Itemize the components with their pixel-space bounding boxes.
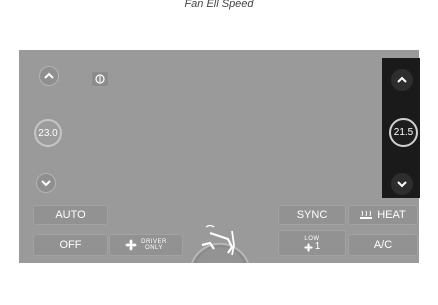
chevron-up-icon [397,76,407,83]
steering-heat-button[interactable] [91,70,109,88]
left-temp-down-button[interactable] [36,173,56,193]
right-temp-down-button[interactable] [391,173,413,195]
right-temp-up-button[interactable] [391,69,413,91]
left-temp-up-button[interactable] [39,66,59,86]
off-button[interactable]: OFF [33,234,108,256]
driver-only-button[interactable]: DRIVER ONLY [109,234,183,256]
sync-button[interactable]: SYNC [278,205,346,225]
airflow-mode-icon [191,224,249,264]
off-label: OFF [59,239,82,251]
steering-heat-icon [92,72,108,86]
chevron-down-icon [41,180,51,187]
airflow-mode-dial[interactable] [188,205,252,264]
auto-label: AUTO [55,209,86,221]
fan-icon [125,239,137,251]
chevron-up-icon [44,72,54,79]
ac-button[interactable]: A/C [348,234,418,256]
heat-button[interactable]: HEAT [348,205,418,225]
left-temperature-display: 23.0 [34,119,62,147]
heat-label: HEAT [377,209,406,221]
right-temperature-display: 21.5 [389,118,418,147]
fan-speed-value: 1 [314,241,321,252]
ac-label: A/C [373,239,393,251]
fan-icon [304,242,313,252]
right-temperature-value: 21.5 [393,127,414,138]
seat-heat-icon [360,210,373,219]
chevron-down-icon [397,181,407,188]
auto-button[interactable]: AUTO [33,205,108,225]
fan-speed-button[interactable]: LOW 1 [278,230,346,256]
sync-label: SYNC [296,209,328,221]
caption-text: Fan Ell Speed [184,0,254,10]
left-temperature-value: 23.0 [38,127,58,139]
only-label: ONLY [145,245,163,251]
